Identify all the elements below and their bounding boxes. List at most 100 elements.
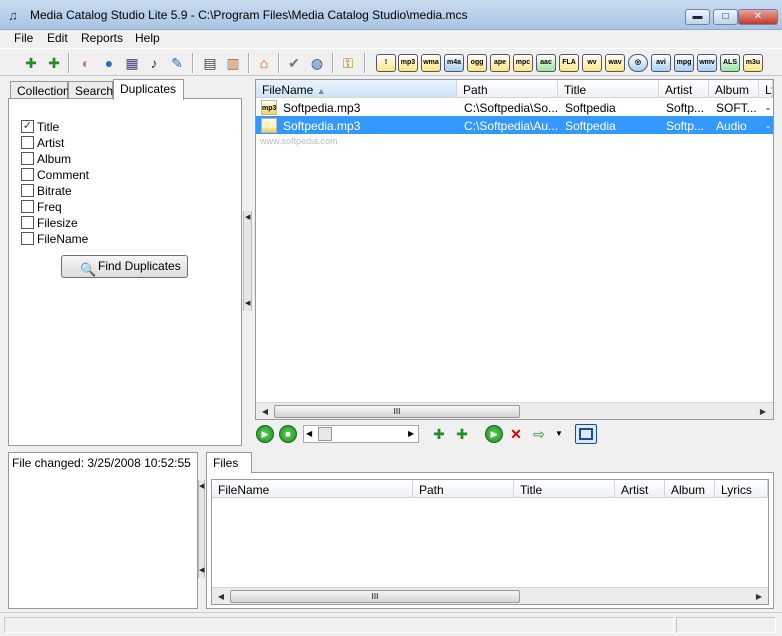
format-mpg-icon[interactable]: mpg (674, 54, 694, 72)
menu-edit[interactable]: Edit (47, 31, 68, 45)
checkbox[interactable] (21, 232, 34, 245)
col-header-lyrics[interactable]: Lyrics (715, 480, 768, 498)
files-panel: FileName Path Title Artist Album Lyrics … (206, 472, 774, 609)
collapse-left-icon[interactable]: ◀ (199, 482, 204, 490)
checkbox[interactable] (21, 184, 34, 197)
checkbox[interactable] (21, 136, 34, 149)
format-mpc-icon[interactable]: mpc (513, 54, 533, 72)
collapse-left-icon[interactable]: ◀ (245, 213, 250, 221)
col-header-artist[interactable]: Artist (659, 80, 709, 98)
settings-icon[interactable]: ✔ (284, 53, 304, 73)
format-wav-icon[interactable]: wav (605, 54, 625, 72)
checkbox[interactable] (21, 168, 34, 181)
format-wma-icon[interactable]: wma (421, 54, 441, 72)
checkbox[interactable]: ✓ (21, 120, 34, 133)
col-header-title[interactable]: Title (514, 480, 615, 498)
tab-collection[interactable]: Collection (10, 81, 70, 99)
seek-left-icon[interactable]: ◀ (306, 429, 312, 438)
scroll-thumb[interactable]: III (274, 405, 520, 418)
find-duplicates-button[interactable]: 🔍 Find Duplicates (61, 255, 188, 278)
view-toggle-icon[interactable] (575, 424, 597, 444)
left-splitter[interactable]: ◀ ◀ (243, 211, 252, 311)
format-wmv-icon[interactable]: wmv (697, 54, 717, 72)
files-hscrollbar[interactable]: ◀ III ▶ (212, 587, 768, 604)
col-header-lyrics[interactable]: Ly (759, 80, 773, 98)
cell-lyrics: - (759, 116, 773, 134)
scroll-left-icon[interactable]: ◀ (214, 590, 228, 603)
table-row-selected[interactable]: mp3 Softpedia.mp3 C:\Softpedia\Au... Soft… (256, 116, 773, 134)
grid-hscrollbar[interactable]: ◀ III ▶ (256, 402, 773, 419)
collapse-left-icon[interactable]: ◀ (199, 566, 204, 574)
cell-artist: Softp... (659, 116, 709, 134)
col-header-filename[interactable]: FileName (212, 480, 413, 498)
format-flac-icon[interactable]: FLA (559, 54, 579, 72)
play-playlist-icon[interactable]: ▶ (485, 425, 503, 443)
maximize-button[interactable]: □ (713, 9, 738, 25)
table-row[interactable]: mp3 Softpedia.mp3 C:\Softpedia\So... Soft… (256, 98, 773, 116)
home-icon[interactable]: ⌂ (254, 53, 274, 73)
scroll-right-icon[interactable]: ▶ (752, 590, 766, 603)
add-all-playlist-icon[interactable]: ✚ (452, 424, 472, 444)
checkbox[interactable] (21, 152, 34, 165)
export-icon[interactable]: ⇨ (529, 424, 549, 444)
close-button[interactable]: ✕ (738, 9, 778, 25)
format-m3u-icon[interactable]: m3u (743, 54, 763, 72)
format-mp3-icon[interactable]: mp3 (398, 54, 418, 72)
menu-reports[interactable]: Reports (81, 31, 123, 45)
collapse-left-icon[interactable]: ◀ (245, 299, 250, 307)
col-header-artist[interactable]: Artist (615, 480, 665, 498)
format-cd-icon[interactable]: ◎ (628, 54, 648, 72)
delete-icon[interactable]: ✕ (506, 424, 526, 444)
scroll-thumb[interactable]: III (230, 590, 520, 603)
format-ape-icon[interactable]: ape (490, 54, 510, 72)
minimize-button[interactable]: ▬ (685, 9, 710, 25)
status-pane (4, 617, 674, 633)
calendar-icon[interactable]: ▦ (122, 53, 142, 73)
add-disk-icon[interactable]: ✚ (21, 53, 41, 73)
file-changed-text: File changed: 3/25/2008 10:52:55 (12, 456, 191, 470)
format-avi-icon[interactable]: avi (651, 54, 671, 72)
music-note-icon[interactable]: ♪ (144, 53, 164, 73)
format-all-icon[interactable]: ! (376, 54, 396, 72)
stop-icon[interactable]: ■ (279, 425, 297, 443)
keys-icon[interactable]: ⚿ (338, 53, 358, 73)
col-header-title[interactable]: Title (558, 80, 659, 98)
checkbox-label: Title (37, 120, 60, 134)
col-header-filename[interactable]: FileName ▲ (256, 80, 457, 98)
col-header-album[interactable]: Album (709, 80, 759, 98)
play-icon[interactable]: ▶ (256, 425, 274, 443)
menu-file[interactable]: File (14, 31, 33, 45)
format-als-icon[interactable]: ALS (720, 54, 740, 72)
scroll-right-icon[interactable]: ▶ (756, 405, 770, 418)
format-ogg-icon[interactable]: ogg (467, 54, 487, 72)
seek-thumb[interactable] (318, 427, 332, 441)
disk-icon[interactable]: ● (99, 53, 119, 73)
bottom-splitter[interactable]: ◀ ◀ (198, 480, 205, 578)
document-icon[interactable]: ▤ (200, 53, 220, 73)
dropdown-arrow-icon[interactable]: ▼ (549, 424, 569, 444)
format-aac-icon[interactable]: aac (536, 54, 556, 72)
add-folder-icon[interactable]: ✚ (44, 53, 64, 73)
col-header-album[interactable]: Album (665, 480, 715, 498)
toolbar: ✚ ✚ ◐ ● ▦ ♪ ✎ ▤ ▥ ⌂ ✔ ◍ ⚿ ! mp3 wma m4a … (0, 48, 782, 76)
checkbox[interactable] (21, 200, 34, 213)
tab-duplicates[interactable]: Duplicates (113, 79, 184, 100)
cell-filename: mp3 Softpedia.mp3 (256, 116, 457, 134)
edit-icon[interactable]: ✎ (167, 53, 187, 73)
seek-slider[interactable]: ◀ ▶ (303, 425, 419, 443)
tab-files[interactable]: Files (206, 452, 252, 473)
add-to-playlist-icon[interactable]: ✚ (429, 424, 449, 444)
format-wv-icon[interactable]: wv (582, 54, 602, 72)
report-icon[interactable]: ▥ (223, 53, 243, 73)
checkbox[interactable] (21, 216, 34, 229)
format-m4a-icon[interactable]: m4a (444, 54, 464, 72)
checkbox-label: Bitrate (37, 184, 72, 198)
col-header-path[interactable]: Path (457, 80, 558, 98)
cd-icon[interactable]: ◐ (76, 53, 96, 73)
seek-right-icon[interactable]: ▶ (408, 429, 414, 438)
globe-icon[interactable]: ◍ (307, 53, 327, 73)
menu-help[interactable]: Help (135, 31, 160, 45)
scroll-left-icon[interactable]: ◀ (258, 405, 272, 418)
tab-search[interactable]: Search (68, 81, 113, 99)
col-header-path[interactable]: Path (413, 480, 514, 498)
